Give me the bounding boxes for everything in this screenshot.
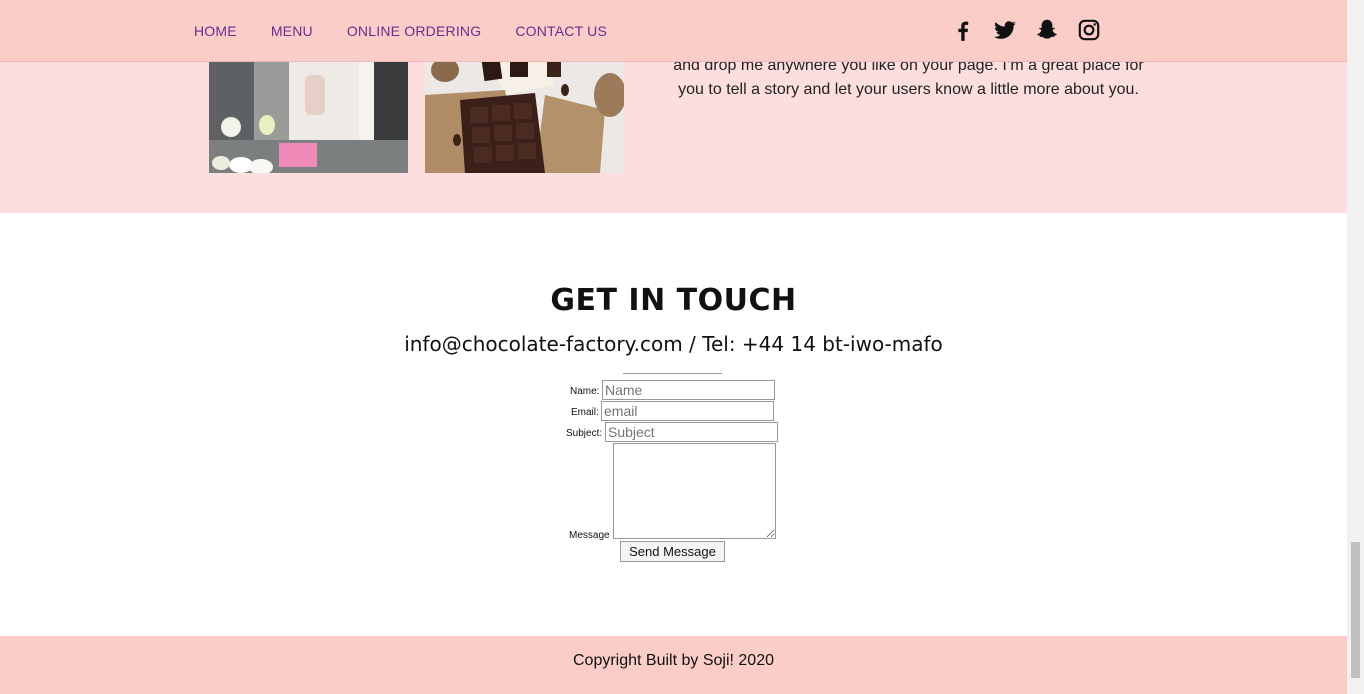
subject-input[interactable] xyxy=(605,422,778,442)
nav-online-ordering[interactable]: ONLINE ORDERING xyxy=(347,23,481,39)
page: and drop me anywhere you like on your pa… xyxy=(0,0,1347,694)
site-footer: Copyright Built by Soji! 2020 xyxy=(0,636,1347,694)
twitter-icon[interactable] xyxy=(992,17,1018,43)
chocolate-photo xyxy=(425,55,624,173)
name-input[interactable] xyxy=(602,380,775,400)
send-message-button[interactable]: Send Message xyxy=(620,541,725,562)
email-input[interactable] xyxy=(601,401,774,421)
social-links xyxy=(950,17,1118,43)
kitchen-photo xyxy=(209,55,408,173)
subject-label: Subject: xyxy=(566,428,603,439)
message-label: Message xyxy=(569,530,610,541)
snapchat-icon[interactable] xyxy=(1034,17,1060,43)
instagram-icon[interactable] xyxy=(1076,17,1102,43)
message-textarea[interactable] xyxy=(613,443,776,539)
about-text-line: you to tell a story and let your users k… xyxy=(678,81,1139,98)
facebook-icon[interactable] xyxy=(950,17,976,43)
vertical-scrollbar[interactable] xyxy=(1347,0,1364,694)
copyright-text: Copyright Built by Soji! 2020 xyxy=(573,652,774,669)
divider xyxy=(623,373,722,374)
contact-title: GET IN TOUCH xyxy=(550,283,797,318)
scrollbar-thumb[interactable] xyxy=(1351,542,1360,678)
nav-contact-us[interactable]: CONTACT US xyxy=(515,23,607,39)
site-header: HOME MENU ONLINE ORDERING CONTACT US xyxy=(0,0,1347,62)
email-label: Email: xyxy=(571,407,599,418)
nav-home[interactable]: HOME xyxy=(194,23,237,39)
name-label: Name: xyxy=(570,386,600,397)
nav-menu[interactable]: MENU xyxy=(271,23,313,39)
main-nav: HOME MENU ONLINE ORDERING CONTACT US xyxy=(194,0,641,61)
contact-info: info@chocolate-factory.com / Tel: +44 14… xyxy=(404,332,943,356)
